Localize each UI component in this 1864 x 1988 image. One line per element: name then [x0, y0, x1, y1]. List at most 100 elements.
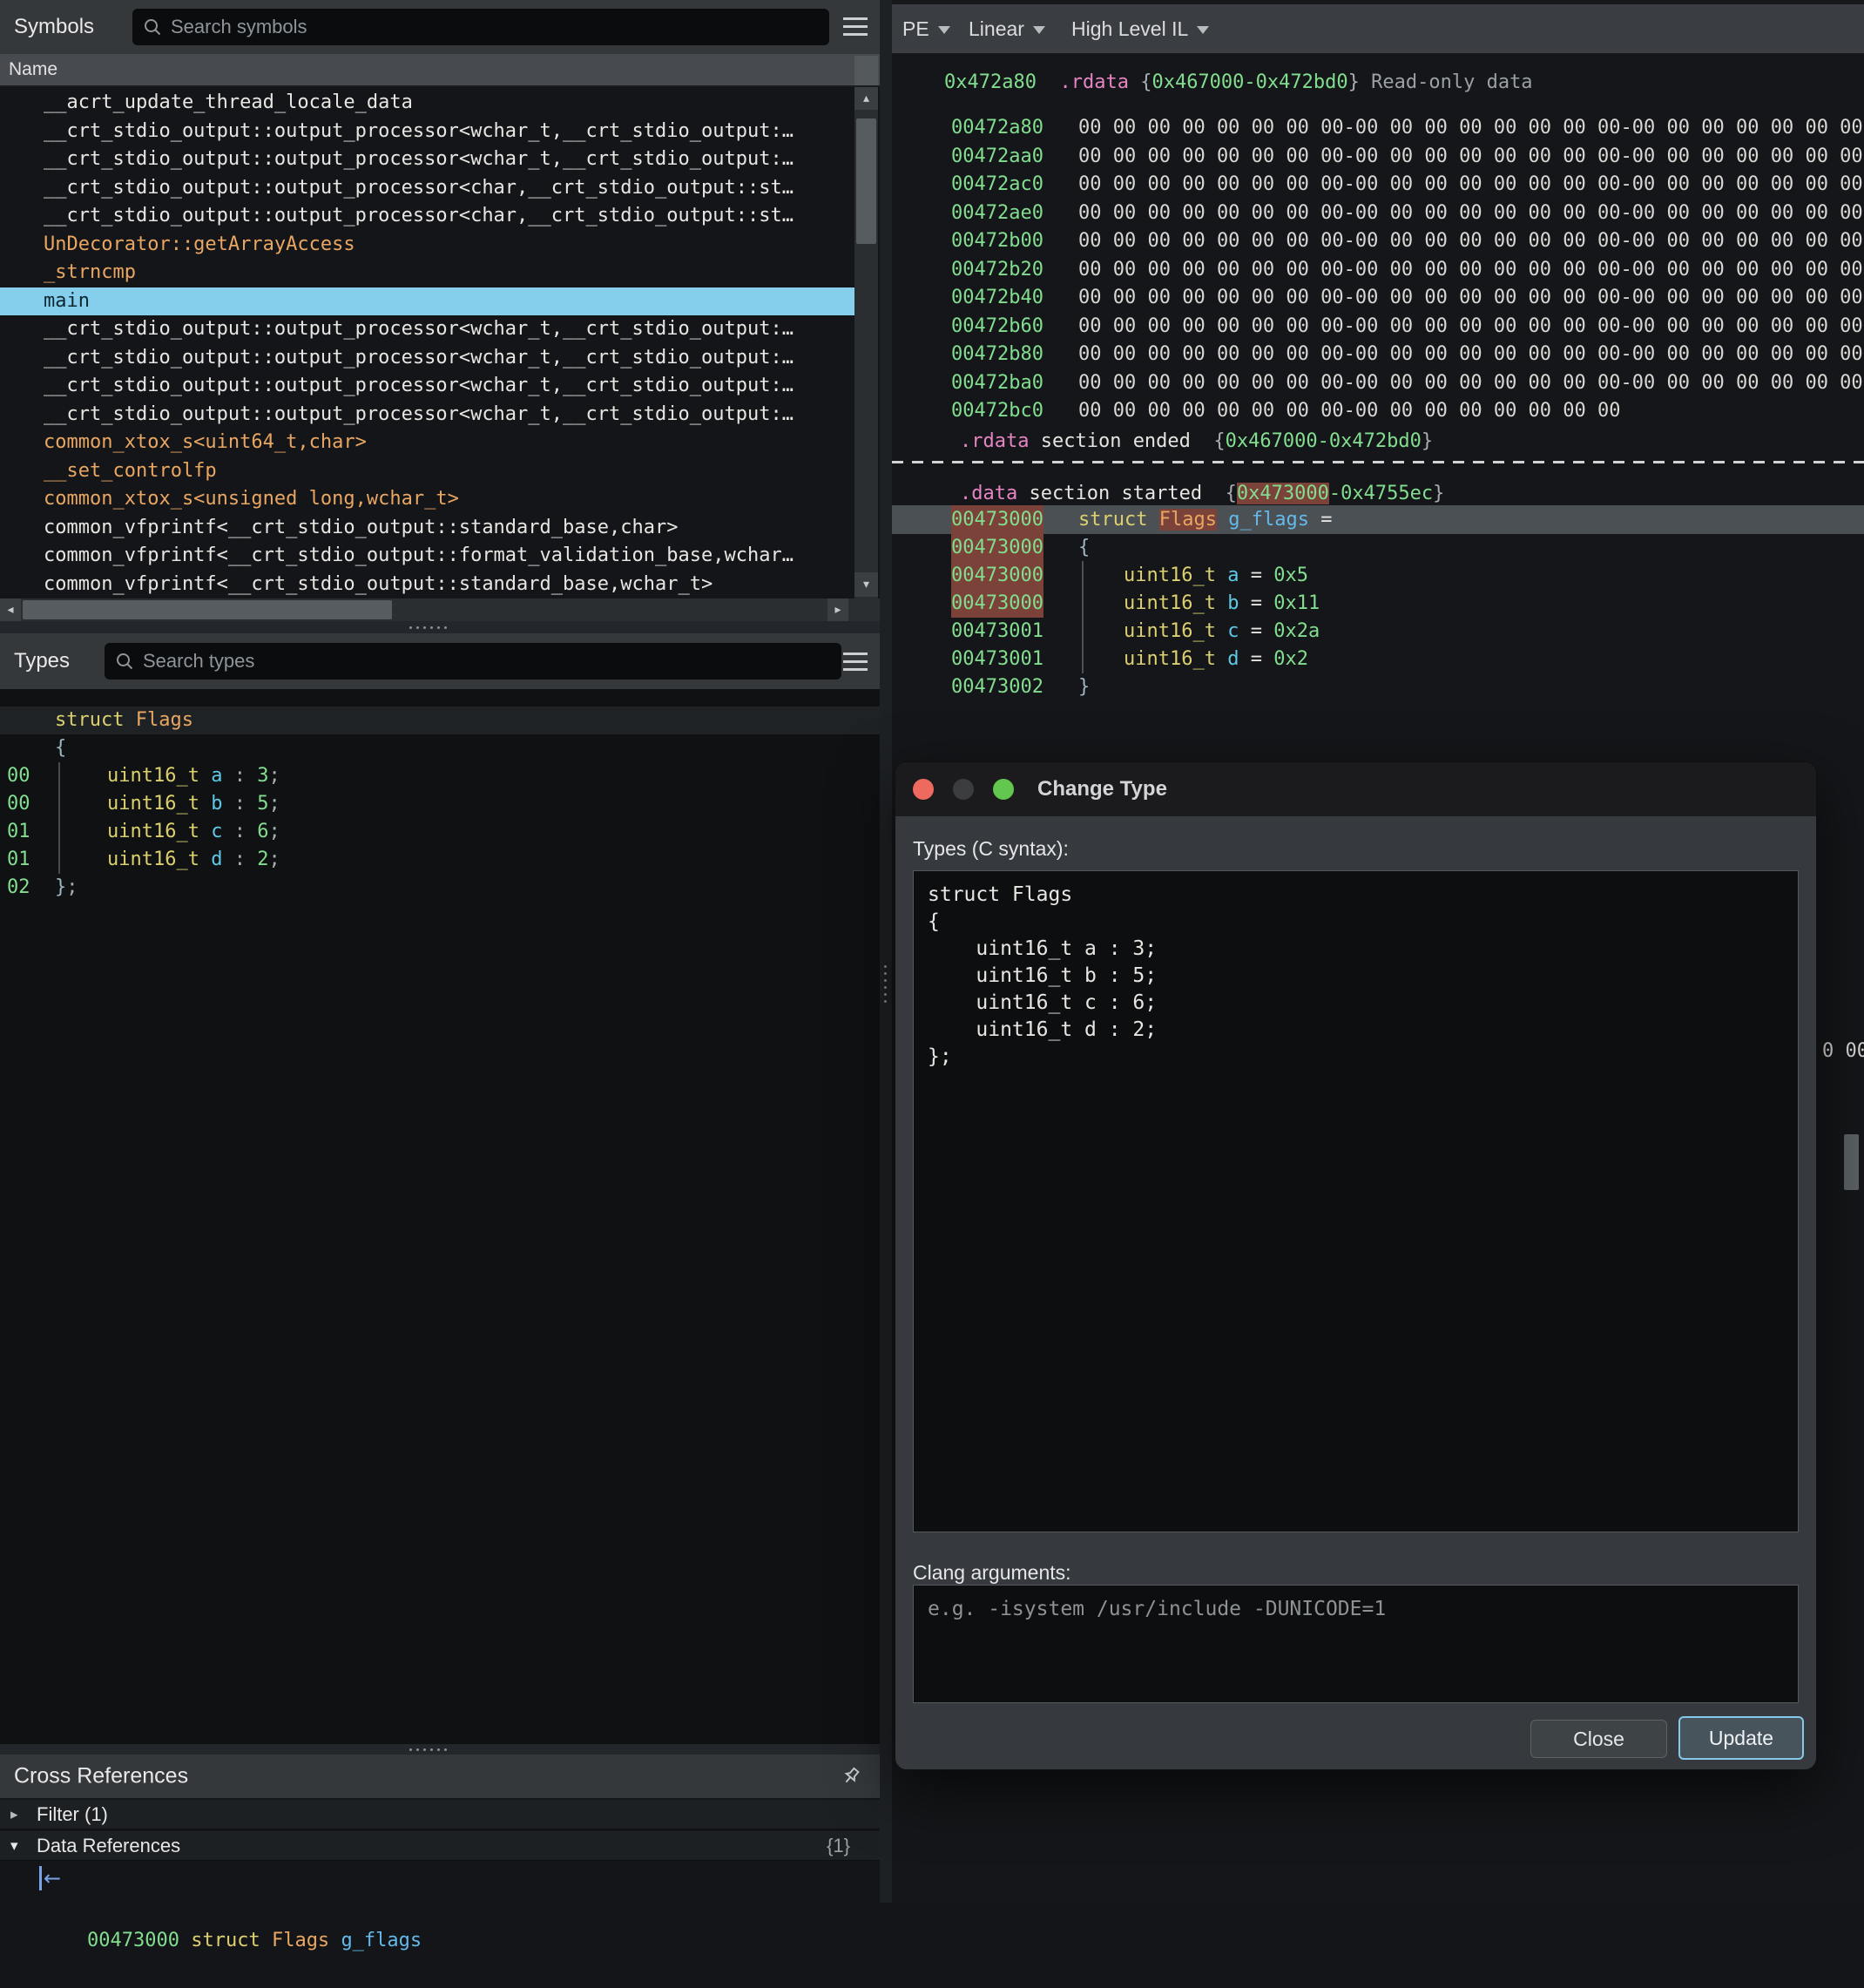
list-item[interactable]: __crt_stdio_output::output_processor<wch… [0, 118, 854, 146]
type-definition-row[interactable]: struct Flags [0, 707, 880, 734]
dialog-titlebar[interactable]: Change Type [895, 762, 1816, 816]
close-window-icon[interactable] [913, 779, 934, 800]
list-item[interactable]: main [0, 287, 854, 316]
hdr-line: 0x472a80 .rdata {0x467000-0x472bd0} Read… [944, 68, 1533, 97]
change-type-dialog: Change Type Types (C syntax): struct Fla… [895, 761, 1817, 1770]
splitter-symbols-types[interactable] [0, 621, 880, 633]
search-icon [143, 17, 162, 37]
struct-field-row[interactable]: 00473001uint16_t c = 0x2a [892, 617, 1864, 646]
scroll-right-icon[interactable]: ▸ [827, 598, 848, 621]
type-definition-row[interactable]: 01uint16_t c : 6; [0, 818, 880, 846]
dropdown-il-level[interactable]: High Level IL [1071, 4, 1209, 53]
xref-arrow-icon: ← [39, 1863, 61, 1894]
hex-row[interactable]: 00472b8000 00 00 00 00 00 00 00-00 00 00… [892, 340, 1864, 369]
clang-arguments-label: Clang arguments: [913, 1561, 1071, 1585]
struct-field-row[interactable]: 00473002} [892, 673, 1864, 701]
minimize-window-icon[interactable] [953, 779, 974, 800]
types-syntax-textarea[interactable]: struct Flags { uint16_t a : 3; uint16_t … [913, 870, 1799, 1532]
symbols-menu-icon[interactable] [843, 17, 868, 36]
list-item[interactable]: __crt_stdio_output::output_processor<wch… [0, 315, 854, 344]
types-search[interactable] [105, 643, 841, 680]
list-item[interactable]: __crt_stdio_output::output_processor<wch… [0, 344, 854, 373]
left-panel: Symbols Name __acrt_update_thread_locale… [0, 0, 880, 1903]
dropdown-binary-type[interactable]: PE [902, 4, 950, 53]
list-item[interactable]: __acrt_update_thread_locale_data [0, 89, 854, 118]
hex-row[interactable]: 00472b4000 00 00 00 00 00 00 00-00 00 00… [892, 283, 1864, 312]
list-item[interactable]: common_xtox_s<uint64_t,char> [0, 429, 854, 457]
list-item[interactable]: __crt_stdio_output::output_processor<wch… [0, 401, 854, 429]
scrollbar-corner [854, 56, 878, 85]
symbols-vscroll-thumb[interactable] [856, 118, 876, 244]
list-item[interactable]: common_vfprintf<__crt_stdio_output::form… [0, 542, 854, 571]
types-body: struct Flags{00uint16_t a : 3;00uint16_t… [0, 689, 880, 1744]
hex-row[interactable]: 00472b6000 00 00 00 00 00 00 00-00 00 00… [892, 312, 1864, 341]
symbols-hscrollbar[interactable]: ◂ ▸ [0, 598, 880, 621]
struct-field-row[interactable]: 00473000uint16_t b = 0x11 [892, 589, 1864, 618]
xref-entry[interactable]: ← 00473000 struct Flags g_flags [0, 1863, 880, 1894]
struct-field-row[interactable]: 00473001uint16_t d = 0x2 [892, 645, 1864, 673]
group-label: Data References [37, 1835, 180, 1857]
types-search-input[interactable] [143, 650, 831, 673]
rdata-ended: .rdata section ended {0x467000-0x472bd0} [960, 427, 1433, 456]
type-definition-row[interactable]: { [0, 734, 880, 762]
list-item[interactable]: __crt_stdio_output::output_processor<wch… [0, 145, 854, 174]
type-definition-row[interactable]: 00uint16_t a : 3; [0, 762, 880, 790]
list-item[interactable]: __crt_stdio_output::output_processor<cha… [0, 174, 854, 203]
list-item[interactable]: common_vfprintf<__crt_stdio_output::stan… [0, 514, 854, 543]
caret-down-icon [1197, 26, 1209, 34]
struct-field-row[interactable]: 00473000uint16_t a = 0x5 [892, 561, 1864, 590]
close-button[interactable]: Close [1530, 1720, 1667, 1758]
dropdown-view-mode[interactable]: Linear [969, 4, 1045, 53]
dialog-title: Change Type [1037, 762, 1167, 816]
symbols-header: Symbols [0, 0, 880, 54]
zoom-window-icon[interactable] [993, 779, 1014, 800]
hex-row[interactable]: 00472b2000 00 00 00 00 00 00 00-00 00 00… [892, 255, 1864, 284]
clang-arguments-textarea[interactable] [913, 1585, 1799, 1703]
xrefs-panel-title: Cross References [14, 1764, 188, 1789]
symbols-column-header[interactable]: Name [0, 54, 880, 87]
list-item[interactable]: UnDecorator::getArrayAccess [0, 231, 854, 260]
symbols-search-input[interactable] [171, 16, 819, 38]
struct-field-row[interactable]: 00473000struct Flags g_flags = [892, 505, 1864, 534]
hex-row[interactable]: 00472bc000 00 00 00 00 00 00 00-00 00 00… [892, 396, 1864, 425]
symbols-panel-title: Symbols [14, 15, 94, 39]
types-menu-icon[interactable] [843, 653, 868, 671]
list-item[interactable]: __crt_stdio_output::output_processor<wch… [0, 372, 854, 401]
search-icon [115, 652, 134, 671]
types-syntax-label: Types (C syntax): [913, 837, 1069, 861]
list-item[interactable]: common_xtox_s<unsigned long,wchar_t> [0, 485, 854, 514]
hex-row[interactable]: 00472a8000 00 00 00 00 00 00 00-00 00 00… [892, 113, 1864, 142]
scroll-up-icon[interactable]: ▴ [854, 87, 878, 110]
struct-field-row[interactable]: 00473000{ [892, 533, 1864, 562]
data-started: .data section started {0x473000-0x4755ec… [960, 479, 1444, 508]
hex-row[interactable]: 00472ae000 00 00 00 00 00 00 00-00 00 00… [892, 199, 1864, 227]
symbols-search[interactable] [132, 9, 829, 45]
list-item[interactable]: __set_controlfp [0, 457, 854, 486]
xrefs-group-row[interactable]: ▾ Data References {1} [0, 1831, 880, 1861]
xref-entry-text: 00473000 struct Flags g_flags [87, 1925, 422, 1957]
hex-row[interactable]: 00472aa000 00 00 00 00 00 00 00-00 00 00… [892, 142, 1864, 171]
list-item[interactable]: __crt_stdio_output::output_processor<cha… [0, 202, 854, 231]
triangle-down-icon: ▾ [10, 1837, 18, 1855]
symbol-list: __acrt_update_thread_locale_data__crt_st… [0, 89, 854, 598]
hex-row[interactable]: 00472ba000 00 00 00 00 00 00 00-00 00 00… [892, 369, 1864, 397]
triangle-right-icon: ▸ [10, 1806, 18, 1823]
xrefs-filter-row[interactable]: ▸ Filter (1) [0, 1800, 880, 1829]
hex-row[interactable]: 00472ac000 00 00 00 00 00 00 00-00 00 00… [892, 170, 1864, 199]
list-item[interactable]: _strncmp [0, 259, 854, 287]
scroll-left-icon[interactable]: ◂ [0, 598, 21, 621]
splitter-panels[interactable] [880, 0, 892, 1903]
tail-row: 00473002 00 00 [892, 728, 1864, 757]
linear-vscroll-thumb[interactable] [1844, 1134, 1859, 1190]
type-definition-row[interactable]: 01uint16_t d : 2; [0, 846, 880, 874]
type-definition-row[interactable]: 00uint16_t b : 5; [0, 790, 880, 818]
hex-row[interactable]: 00472b0000 00 00 00 00 00 00 00-00 00 00… [892, 227, 1864, 255]
update-button[interactable]: Update [1678, 1716, 1804, 1760]
symbols-hscroll-thumb[interactable] [23, 600, 392, 619]
clipped-bytes: 0 00 [1822, 1037, 1864, 1065]
pin-icon[interactable] [840, 1765, 862, 1788]
scroll-down-icon[interactable]: ▾ [854, 572, 878, 597]
list-item[interactable]: common_vfprintf<__crt_stdio_output::stan… [0, 571, 854, 599]
group-count-badge: {1} [827, 1835, 850, 1857]
type-definition-row[interactable]: 02}; [0, 874, 880, 902]
